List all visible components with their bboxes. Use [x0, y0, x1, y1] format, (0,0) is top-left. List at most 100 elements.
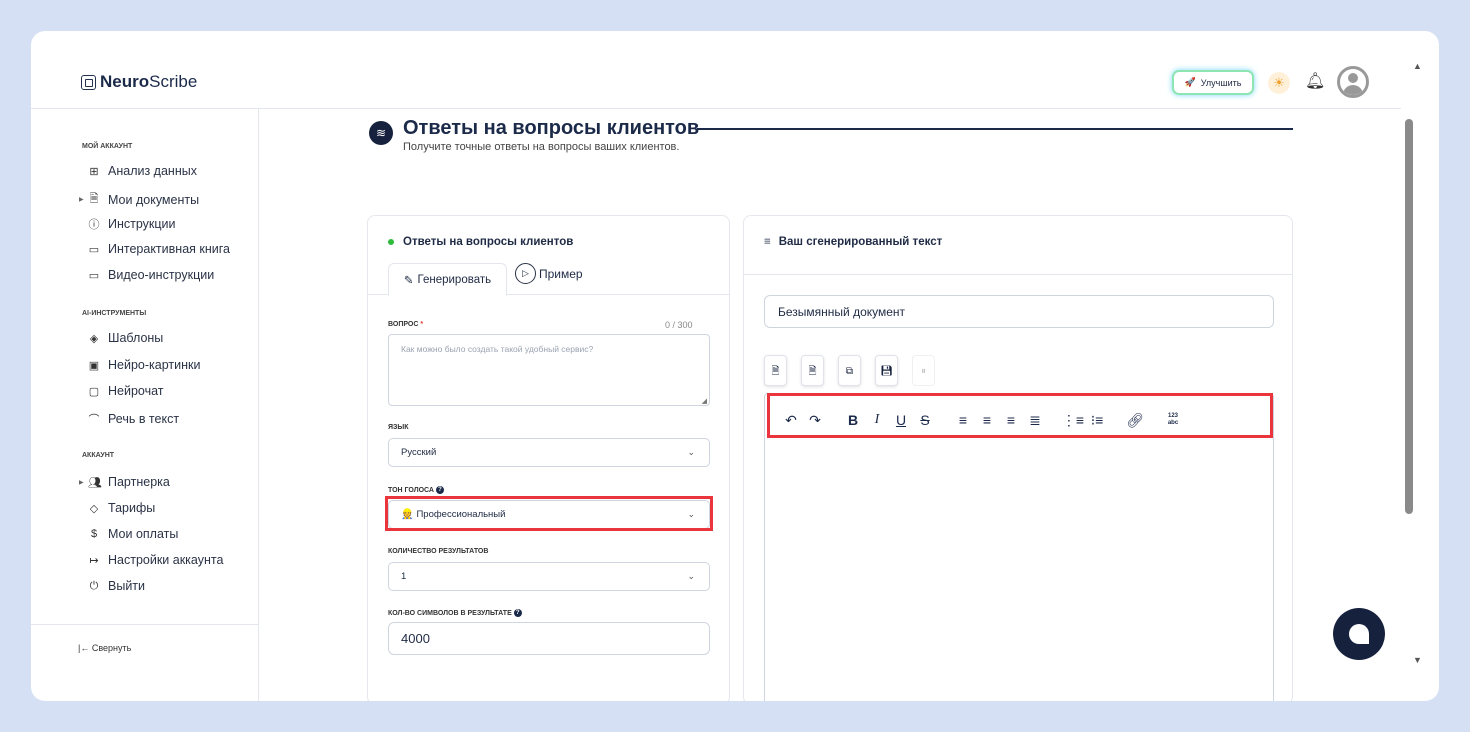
- scrollbar-thumb[interactable]: [1405, 119, 1413, 514]
- page-subtitle: Получите точные ответы на вопросы ваших …: [403, 141, 680, 153]
- sidebar-item-label: Тарифы: [108, 501, 156, 515]
- sidebar-item-label: Нейро-картинки: [108, 358, 201, 372]
- sidebar-item-partner[interactable]: ▶ 👥︎ Партнерка: [79, 475, 170, 489]
- page-title: Ответы на вопросы клиентов: [403, 117, 700, 139]
- app-window: Neuro Scribe 🚀 Улучшить ☀ 🔔︎ МОЙ АККАУНТ …: [31, 31, 1439, 701]
- document-icon: 🗎: [89, 193, 99, 205]
- language-select[interactable]: Русский ⌄: [388, 438, 710, 467]
- sidebar-item-tariffs[interactable]: ◇ Тарифы: [88, 501, 155, 515]
- question-label-text: ВОПРОС: [388, 321, 419, 328]
- tab-generate[interactable]: ✎ Генерировать: [388, 263, 507, 296]
- chevron-down-icon: ⌄: [687, 447, 695, 457]
- output-card: ≡ Ваш сгенерированный текст Безымянный д…: [743, 215, 1293, 701]
- results-count-value: 1: [401, 571, 407, 582]
- sidebar-item-label: Нейрочат: [108, 384, 164, 398]
- sidebar-item-label: Мои оплаты: [108, 527, 179, 541]
- sidebar-item-logout[interactable]: ⏻ Выйти: [88, 579, 145, 593]
- scroll-down-arrow-icon[interactable]: ▼: [1413, 655, 1422, 665]
- logo-text-bold: Neuro: [100, 72, 150, 91]
- question-mark-icon[interactable]: ?: [435, 486, 444, 494]
- language-label: ЯЗЫК: [388, 424, 409, 431]
- save-button[interactable]: 💾︎: [875, 355, 898, 386]
- text-editor[interactable]: [764, 393, 1274, 701]
- logo-text: Scribe: [149, 72, 198, 91]
- sidebar-item-label: Выйти: [108, 579, 146, 593]
- theme-toggle-sun-icon[interactable]: ☀: [1268, 72, 1290, 94]
- sidebar-item-label: Шаблоны: [108, 331, 164, 345]
- tab-label: Пример: [539, 266, 583, 281]
- grid-icon: ⊞: [89, 165, 99, 178]
- align-left-icon: ≡: [764, 236, 771, 248]
- results-count-select[interactable]: 1 ⌄: [388, 562, 710, 591]
- tone-label: ТОН ГОЛОСА ?: [388, 486, 444, 494]
- video-icon: ▭: [88, 269, 100, 282]
- play-icon: ▷: [515, 263, 536, 284]
- help-circle-icon: ⓘ: [88, 219, 100, 231]
- chars-count-input[interactable]: 4000: [388, 622, 710, 655]
- pause-button[interactable]: ⏸︎: [912, 355, 935, 386]
- upgrade-button[interactable]: 🚀 Улучшить: [1172, 70, 1254, 95]
- sidebar-item-instructions[interactable]: ⓘ Инструкции: [88, 216, 176, 232]
- status-dot: [388, 239, 394, 245]
- sidebar-item-my-documents[interactable]: ▶ 🗎 Мои документы: [79, 190, 200, 209]
- user-avatar[interactable]: [1337, 66, 1369, 98]
- collapse-sidebar-button[interactable]: |← Свернуть: [78, 643, 131, 653]
- collapse-label: Свернуть: [91, 643, 132, 653]
- tone-highlight: [385, 496, 713, 531]
- tag-icon: ◇: [89, 502, 99, 515]
- users-icon: 👥︎: [88, 476, 102, 489]
- layers-icon: ◈: [89, 332, 99, 345]
- copy-button[interactable]: ⧉: [838, 355, 861, 386]
- output-card-header: ≡ Ваш сгенерированный текст: [764, 236, 942, 248]
- output-divider: [744, 274, 1292, 275]
- sidebar-item-payments[interactable]: $ Мои оплаты: [88, 527, 178, 541]
- rocket-icon: 🚀: [1184, 77, 1196, 87]
- sidebar-item-label: Настройки аккаунта: [108, 553, 224, 567]
- sidebar-section-ai-tools: AI-ИНСТРУМЕНТЫ: [82, 310, 147, 317]
- tab-example[interactable]: ▷ Пример: [515, 263, 583, 284]
- results-count-label: КОЛИЧЕСТВО РЕЗУЛЬТАТОВ: [388, 548, 489, 555]
- chat-support-button[interactable]: [1333, 608, 1385, 660]
- sidebar-section-my-account: МОЙ АККАУНТ: [82, 143, 133, 150]
- caret-right-icon: ▶: [79, 479, 84, 486]
- sidebar-item-video-instructions[interactable]: ▭ Видео-инструкции: [88, 268, 214, 282]
- sidebar-item-label: Инструкции: [108, 217, 176, 231]
- sidebar-item-label: Мои документы: [108, 192, 200, 207]
- login-icon: ↦: [89, 554, 99, 567]
- sidebar-item-account-settings[interactable]: ↦ Настройки аккаунта: [88, 553, 223, 567]
- chars-count-label-text: КОЛ-ВО СИМВОЛОВ В РЕЗУЛЬТАТЕ: [388, 609, 512, 617]
- layers-icon: ≋: [369, 121, 393, 145]
- question-mark-icon[interactable]: ?: [513, 609, 522, 617]
- logo-icon: [81, 74, 96, 90]
- logo[interactable]: Neuro Scribe: [81, 72, 197, 92]
- tab-label: Генерировать: [417, 273, 492, 286]
- form-card-header: Ответы на вопросы клиентов: [388, 236, 573, 248]
- scroll-up-arrow-icon[interactable]: ▲: [1413, 61, 1422, 71]
- image-icon: ▣: [88, 359, 100, 372]
- notifications-bell-icon[interactable]: 🔔︎: [1305, 71, 1325, 91]
- export-word-button[interactable]: 🗎: [764, 355, 787, 386]
- upgrade-label: Улучшить: [1200, 77, 1242, 88]
- sidebar-item-neuro-images[interactable]: ▣ Нейро-картинки: [88, 358, 201, 372]
- question-counter: 0 / 300: [665, 320, 693, 330]
- sidebar-item-interactive-book[interactable]: ▭ Интерактивная книга: [88, 242, 230, 256]
- sidebar-item-neurochat[interactable]: ▢ Нейрочат: [88, 384, 164, 398]
- language-value: Русский: [401, 447, 437, 458]
- required-mark: *: [420, 321, 424, 328]
- question-label: ВОПРОС *: [388, 321, 423, 328]
- pencil-icon: ✎: [403, 274, 414, 287]
- book-icon: ▭: [88, 243, 100, 256]
- document-name-input[interactable]: Безымянный документ: [764, 295, 1274, 328]
- tone-label-text: ТОН ГОЛОСА: [388, 486, 434, 494]
- output-card-title: Ваш сгенерированный текст: [778, 236, 943, 248]
- title-divider: [697, 128, 1293, 130]
- sidebar-item-data-analysis[interactable]: ⊞ Анализ данных: [88, 164, 197, 178]
- scrollbar[interactable]: ▲ ▼: [1401, 31, 1439, 701]
- sidebar-item-label: Партнерка: [108, 475, 170, 489]
- caret-right-icon: ▶: [79, 197, 84, 203]
- sidebar-item-templates[interactable]: ◈ Шаблоны: [88, 331, 164, 345]
- export-pdf-button[interactable]: 🗎: [801, 355, 824, 386]
- question-textarea[interactable]: Как можно было создать такой удобный сер…: [388, 334, 710, 406]
- sidebar-item-speech-to-text[interactable]: ⌒ Речь в текст: [88, 411, 180, 427]
- collapse-icon: |←: [78, 643, 90, 653]
